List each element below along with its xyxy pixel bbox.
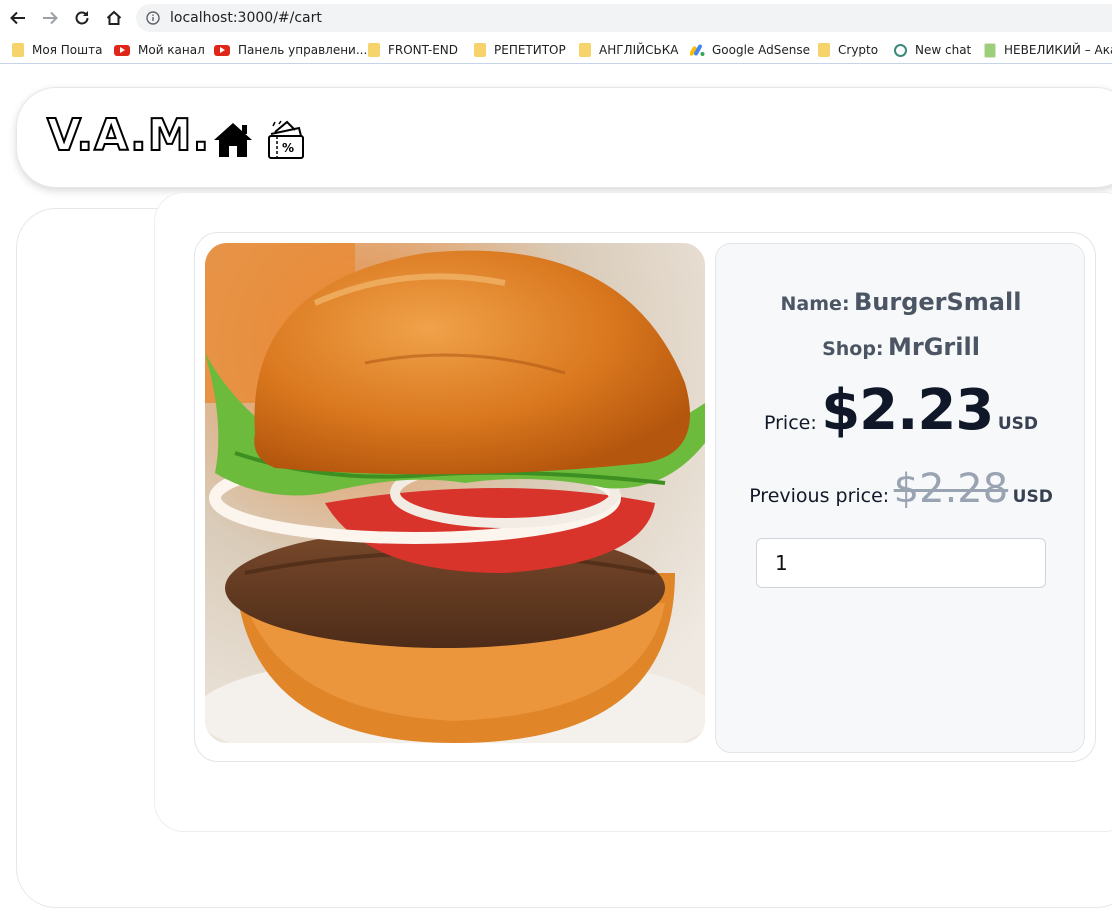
home-button-icon[interactable] bbox=[100, 4, 128, 32]
forward-arrow-icon[interactable] bbox=[36, 4, 64, 32]
previous-price-row: Previous price: $2.28 USD bbox=[716, 466, 1086, 512]
youtube-icon bbox=[114, 44, 130, 56]
shop-row: Shop: MrGrill bbox=[716, 333, 1086, 361]
svg-text:%: % bbox=[282, 141, 294, 155]
reload-icon[interactable] bbox=[68, 4, 96, 32]
page-icon bbox=[984, 42, 996, 58]
folder-icon bbox=[368, 43, 380, 57]
back-arrow-icon[interactable] bbox=[4, 4, 32, 32]
product-info-panel: Name: BurgerSmall Shop: MrGrill Price: $… bbox=[715, 243, 1085, 753]
folder-icon bbox=[12, 43, 24, 57]
folder-icon bbox=[818, 43, 830, 57]
bookmark-item[interactable]: Мой канал bbox=[114, 41, 205, 59]
browser-toolbar: localhost:3000/#/cart bbox=[0, 0, 1112, 36]
discount-coupon-icon[interactable]: % bbox=[265, 118, 307, 167]
folder-icon bbox=[579, 43, 591, 57]
site-info-icon[interactable] bbox=[146, 11, 160, 30]
bookmark-item[interactable]: Моя Пошта bbox=[12, 41, 102, 59]
price-label: Price: bbox=[764, 412, 817, 434]
shop-name: MrGrill bbox=[887, 333, 980, 361]
previous-price-label: Previous price: bbox=[749, 485, 890, 507]
price-row: Price: $2.23 USD bbox=[716, 378, 1086, 443]
adsense-icon bbox=[689, 43, 705, 57]
name-label: Name: bbox=[780, 293, 850, 315]
bookmark-item[interactable]: Панель управлени... bbox=[214, 41, 367, 59]
youtube-icon bbox=[214, 44, 230, 56]
previous-price-value: $2.28 bbox=[893, 466, 1009, 512]
chatgpt-icon bbox=[894, 43, 907, 57]
bookmark-item[interactable]: АНГЛІЙСЬКА bbox=[579, 41, 678, 59]
folder-icon bbox=[474, 43, 486, 57]
price-value: $2.23 bbox=[821, 378, 994, 443]
product-image bbox=[205, 243, 705, 743]
url-text[interactable]: localhost:3000/#/cart bbox=[170, 10, 322, 26]
address-bar[interactable]: localhost:3000/#/cart bbox=[136, 4, 1112, 32]
site-header: V.A.M. % bbox=[16, 87, 1112, 188]
product-name-row: Name: BurgerSmall bbox=[716, 288, 1086, 316]
bookmark-item[interactable]: Crypto bbox=[818, 41, 878, 59]
previous-price-currency: USD bbox=[1012, 487, 1053, 507]
bookmark-item[interactable]: New chat bbox=[894, 41, 971, 59]
shop-label: Shop: bbox=[822, 338, 884, 360]
price-currency: USD bbox=[997, 414, 1038, 434]
bookmark-item[interactable]: РЕПЕТИТОР bbox=[474, 41, 566, 59]
site-logo[interactable]: V.A.M. bbox=[46, 113, 210, 159]
product-name: BurgerSmall bbox=[854, 288, 1022, 316]
home-icon[interactable] bbox=[212, 121, 254, 164]
bookmark-item[interactable]: НЕВЕЛИКИЙ – Ака... bbox=[984, 41, 1112, 59]
quantity-input[interactable] bbox=[756, 538, 1046, 588]
bookmark-item[interactable]: FRONT-END bbox=[368, 41, 458, 59]
bookmarks-bar: Моя Пошта Мой канал Панель управлени... … bbox=[0, 36, 1112, 64]
bookmark-item[interactable]: Google AdSense bbox=[689, 41, 810, 59]
